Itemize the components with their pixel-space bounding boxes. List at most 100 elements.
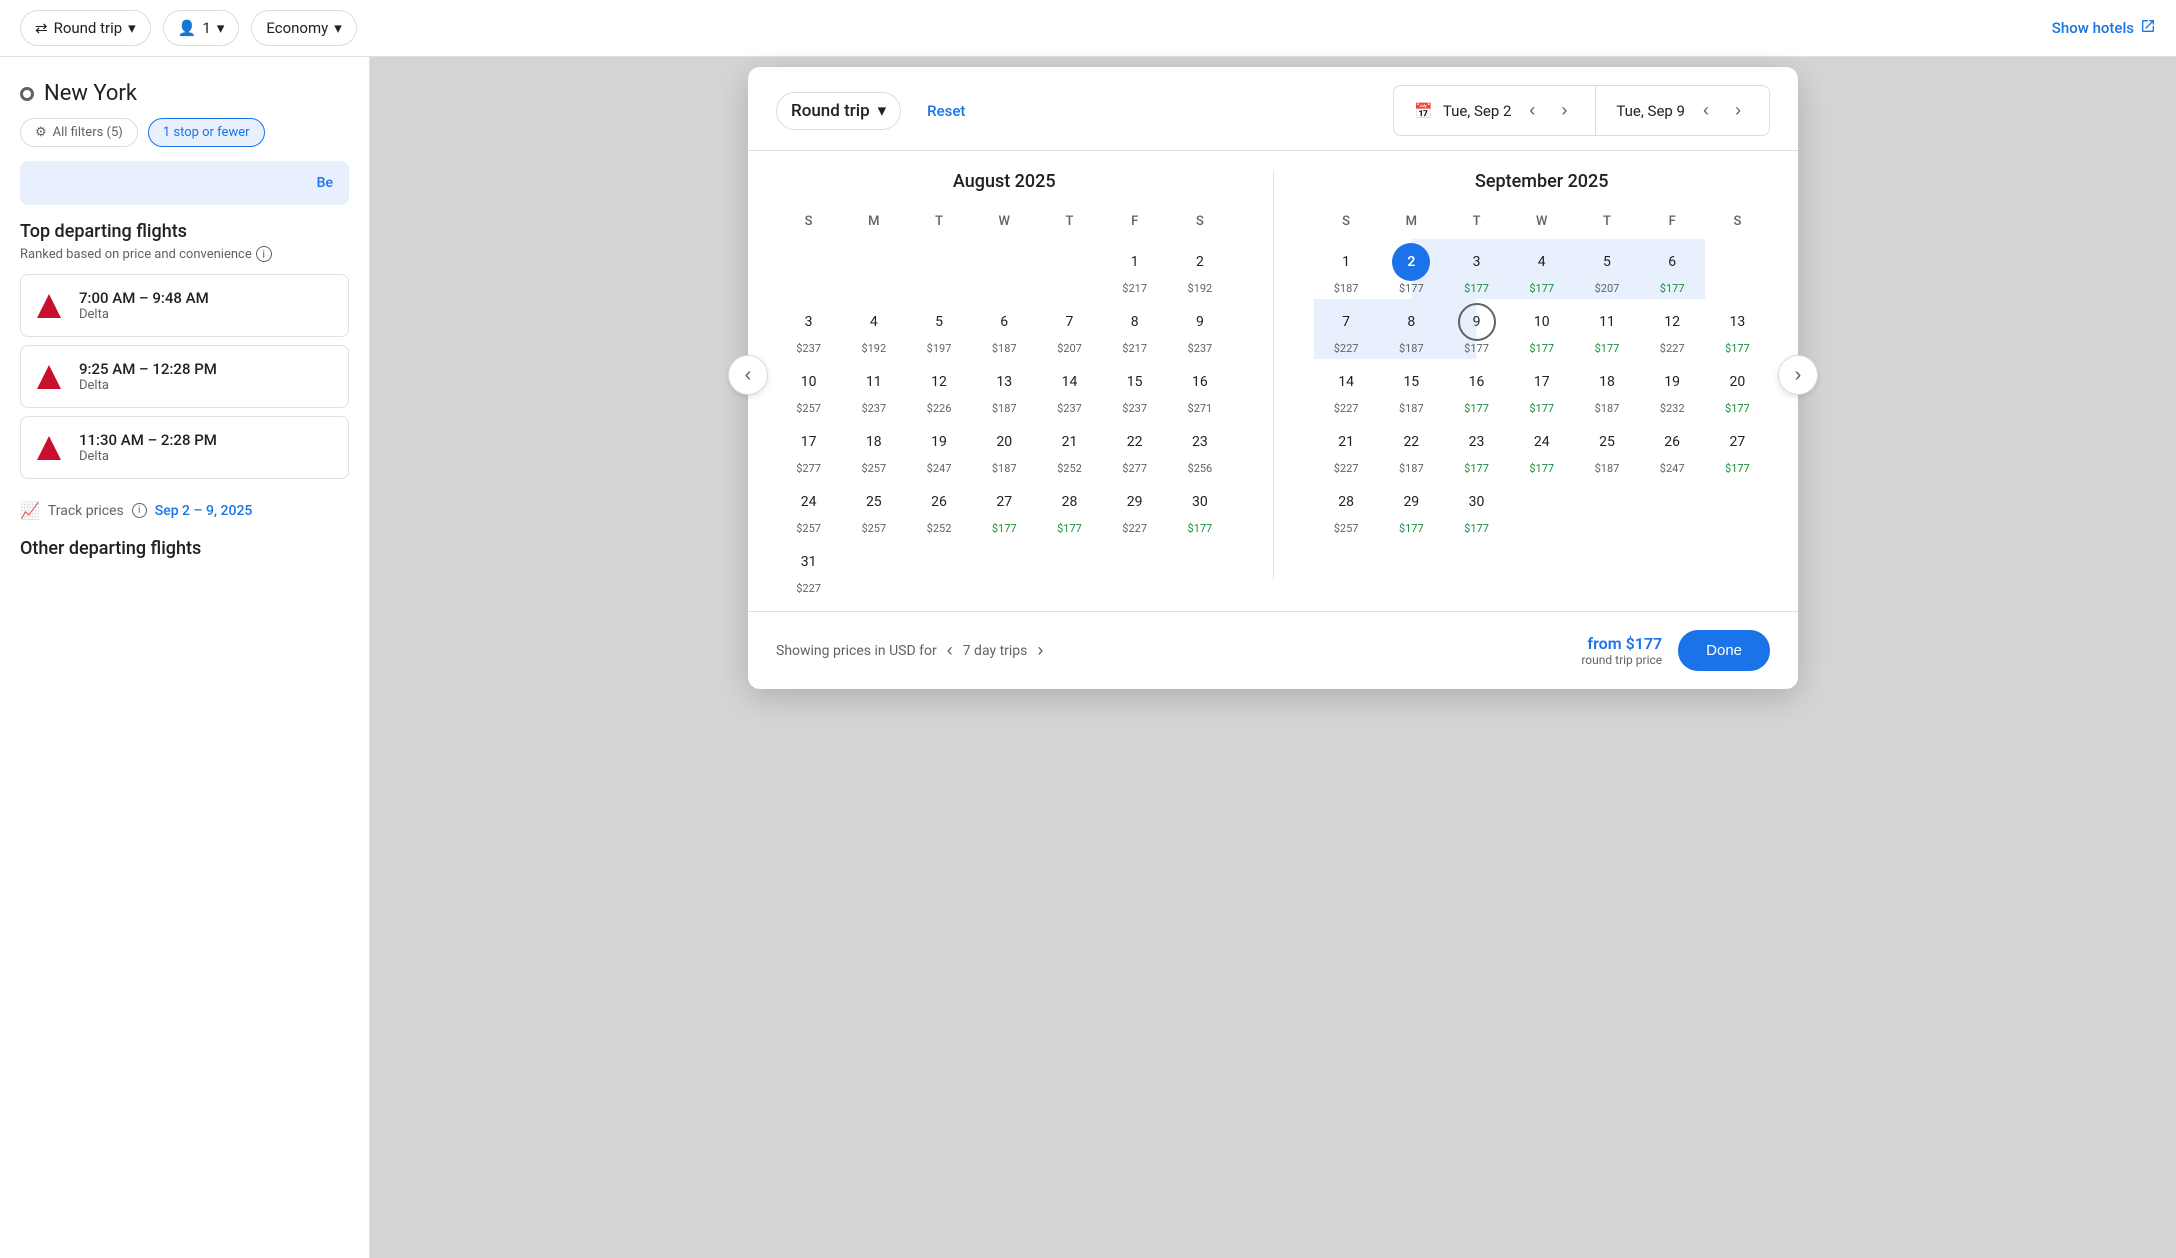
calendar-day-cell[interactable]: 1$217 — [1102, 239, 1167, 299]
empty-cell — [1102, 539, 1167, 599]
passengers-selector[interactable]: 👤 1 ▾ — [163, 10, 240, 46]
calendar-day-cell[interactable]: 27$177 — [1705, 419, 1770, 479]
calendar-day-cell[interactable]: 29$177 — [1379, 479, 1444, 539]
calendar-day-cell[interactable]: 29$227 — [1102, 479, 1167, 539]
flight-card-1[interactable]: 7:00 AM – 9:48 AM Delta — [20, 274, 349, 337]
show-hotels-link[interactable]: Show hotels — [2052, 18, 2156, 38]
day-price: $232 — [1642, 402, 1703, 415]
calendar-day-cell[interactable]: 11$237 — [841, 359, 906, 419]
footer-showing-label: Showing prices in USD for — [776, 643, 937, 659]
trip-duration-next[interactable]: › — [1037, 640, 1043, 661]
calendar-day-cell[interactable]: 26$247 — [1640, 419, 1705, 479]
footer-showing: Showing prices in USD for ‹ 7 day trips … — [776, 640, 1043, 661]
calendar-day-cell[interactable]: 16$271 — [1167, 359, 1232, 419]
calendar-day-cell[interactable]: 4$192 — [841, 299, 906, 359]
calendar-day-cell[interactable]: 1$187 — [1314, 239, 1379, 299]
day-price: $227 — [1316, 402, 1377, 415]
calendar-day-cell[interactable]: 15$237 — [1102, 359, 1167, 419]
calendar-day-cell[interactable]: 15$187 — [1379, 359, 1444, 419]
day-of-week: F — [1102, 208, 1167, 239]
day-price: $177 — [1511, 462, 1572, 475]
return-prev-button[interactable]: ‹ — [1695, 96, 1717, 125]
calendar-day-cell[interactable]: 24$257 — [776, 479, 841, 539]
depart-next-button[interactable]: › — [1553, 96, 1575, 125]
depart-prev-button[interactable]: ‹ — [1521, 96, 1543, 125]
calendar-day-cell[interactable]: 9$237 — [1167, 299, 1232, 359]
calendar-day-cell[interactable]: 28$177 — [1037, 479, 1102, 539]
calendar-day-cell[interactable]: 28$257 — [1314, 479, 1379, 539]
calendar-day-cell[interactable]: 2$177 — [1379, 239, 1444, 299]
calendar-day-cell[interactable]: 6$177 — [1640, 239, 1705, 299]
flight-card-2[interactable]: 9:25 AM – 12:28 PM Delta — [20, 345, 349, 408]
calendar-day-cell[interactable]: 27$177 — [972, 479, 1037, 539]
calendar-day-cell[interactable]: 8$187 — [1379, 299, 1444, 359]
calendar-day-cell[interactable]: 10$257 — [776, 359, 841, 419]
calendar-day-cell[interactable]: 18$187 — [1574, 359, 1639, 419]
calendar-day-cell[interactable]: 31$227 — [776, 539, 841, 599]
cabin-class-selector[interactable]: Economy ▾ — [251, 10, 356, 46]
round-trip-selector[interactable]: ⇄ Round trip ▾ — [20, 10, 151, 46]
calendar-day-cell[interactable]: 25$187 — [1574, 419, 1639, 479]
day-price: $177 — [1707, 402, 1768, 415]
calendar-done-button[interactable]: Done — [1678, 630, 1770, 671]
calendar-day-cell[interactable]: 13$187 — [972, 359, 1037, 419]
calendar-day-cell[interactable]: 13$177 — [1705, 299, 1770, 359]
calendar-day-cell[interactable]: 11$177 — [1574, 299, 1639, 359]
calendar-day-cell[interactable]: 12$227 — [1640, 299, 1705, 359]
calendar-day-cell[interactable]: 2$192 — [1167, 239, 1232, 299]
calendar-day-cell[interactable]: 17$277 — [776, 419, 841, 479]
day-price: $227 — [778, 582, 839, 595]
calendar-prev-month-button[interactable]: ‹ — [728, 355, 768, 395]
day-price: $237 — [1169, 342, 1230, 355]
day-price: $177 — [1446, 342, 1507, 355]
calendar-day-cell[interactable]: 19$247 — [906, 419, 971, 479]
calendar-day-cell[interactable]: 21$252 — [1037, 419, 1102, 479]
calendar-day-cell[interactable]: 8$217 — [1102, 299, 1167, 359]
calendar-day-cell[interactable]: 16$177 — [1444, 359, 1509, 419]
all-filters-chip[interactable]: ⚙ All filters (5) — [20, 118, 138, 147]
stop-filter-chip[interactable]: 1 stop or fewer — [148, 118, 265, 147]
day-price: $256 — [1169, 462, 1230, 475]
calendar-day-cell[interactable]: 30$177 — [1444, 479, 1509, 539]
calendar-depart-date[interactable]: 📅 Tue, Sep 2 ‹ › — [1394, 86, 1596, 135]
calendar-day-cell[interactable]: 5$207 — [1574, 239, 1639, 299]
calendar-reset-button[interactable]: Reset — [927, 102, 965, 120]
calendar-day-cell[interactable]: 14$237 — [1037, 359, 1102, 419]
calendar-day-cell[interactable]: 9$177 — [1444, 299, 1509, 359]
calendar-day-cell[interactable]: 26$252 — [906, 479, 971, 539]
flight-card-3[interactable]: 11:30 AM – 2:28 PM Delta — [20, 416, 349, 479]
calendar-day-cell[interactable]: 6$187 — [972, 299, 1037, 359]
calendar-body: August 2025 SMTWTFS1$2172$1923$2374$1925… — [748, 151, 1798, 599]
calendar-day-cell[interactable]: 3$177 — [1444, 239, 1509, 299]
calendar-day-cell[interactable]: 25$257 — [841, 479, 906, 539]
delta-logo-1 — [33, 290, 65, 322]
trip-duration-prev[interactable]: ‹ — [947, 640, 953, 661]
calendar-day-cell[interactable]: 22$187 — [1379, 419, 1444, 479]
calendar-day-cell[interactable]: 21$227 — [1314, 419, 1379, 479]
calendar-day-cell[interactable]: 7$227 — [1314, 299, 1379, 359]
calendar-day-cell[interactable]: 5$197 — [906, 299, 971, 359]
calendar-day-cell[interactable]: 7$207 — [1037, 299, 1102, 359]
calendar-day-cell[interactable]: 23$256 — [1167, 419, 1232, 479]
day-price: $192 — [1169, 282, 1230, 295]
calendar-day-cell[interactable]: 12$226 — [906, 359, 971, 419]
calendar-return-date[interactable]: Tue, Sep 9 ‹ › — [1596, 86, 1769, 135]
calendar-day-cell[interactable]: 17$177 — [1509, 359, 1574, 419]
calendar-day-cell[interactable]: 24$177 — [1509, 419, 1574, 479]
calendar-trip-selector[interactable]: Round trip ▾ — [776, 92, 901, 130]
calendar-day-cell[interactable]: 18$257 — [841, 419, 906, 479]
calendar-day-cell[interactable]: 23$177 — [1444, 419, 1509, 479]
calendar-day-cell[interactable]: 19$232 — [1640, 359, 1705, 419]
calendar-day-cell[interactable]: 30$177 — [1167, 479, 1232, 539]
calendar-day-cell[interactable]: 20$177 — [1705, 359, 1770, 419]
empty-cell — [841, 539, 906, 599]
calendar-day-cell[interactable]: 20$187 — [972, 419, 1037, 479]
calendar-day-cell[interactable]: 22$277 — [1102, 419, 1167, 479]
day-price: $217 — [1104, 282, 1165, 295]
calendar-next-month-button[interactable]: › — [1778, 355, 1818, 395]
calendar-day-cell[interactable]: 10$177 — [1509, 299, 1574, 359]
return-next-button[interactable]: › — [1727, 96, 1749, 125]
calendar-day-cell[interactable]: 4$177 — [1509, 239, 1574, 299]
calendar-day-cell[interactable]: 3$237 — [776, 299, 841, 359]
calendar-day-cell[interactable]: 14$227 — [1314, 359, 1379, 419]
